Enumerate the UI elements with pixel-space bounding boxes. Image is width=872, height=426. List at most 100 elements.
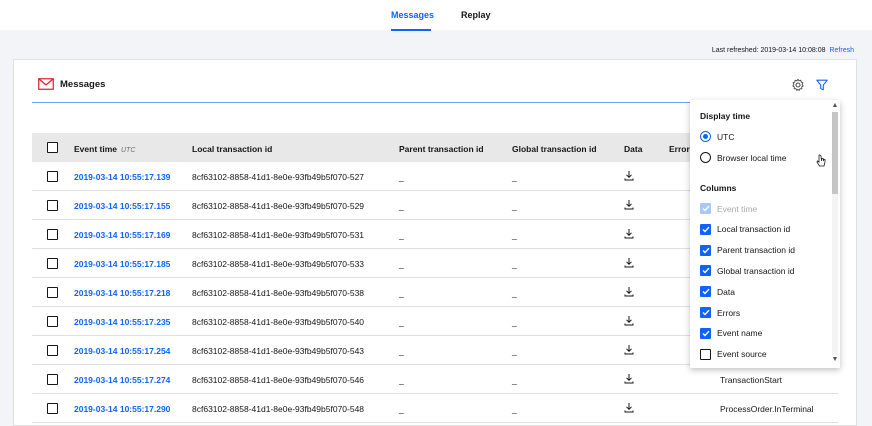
- global-transaction-id: _: [512, 404, 517, 414]
- row-checkbox[interactable]: [47, 258, 58, 269]
- column-option[interactable]: Parent transaction id: [700, 244, 795, 256]
- column-option-label: Errors: [717, 307, 741, 318]
- select-all-checkbox[interactable]: [47, 142, 58, 153]
- column-checkbox[interactable]: [700, 286, 711, 298]
- parent-transaction-id: _: [399, 375, 404, 385]
- utc-label: UTC: [121, 147, 136, 154]
- checkmark-icon: [702, 205, 710, 212]
- download-icon[interactable]: [624, 286, 634, 297]
- settings-icon[interactable]: [791, 78, 805, 92]
- radio-button[interactable]: [700, 131, 711, 142]
- row-checkbox[interactable]: [47, 200, 58, 211]
- mail-icon: [38, 78, 54, 90]
- table-row[interactable]: 2019-03-14 10:55:17.274 8cf63102-8858-41d…: [32, 365, 838, 394]
- parent-transaction-id: _: [399, 201, 404, 211]
- row-checkbox[interactable]: [47, 374, 58, 385]
- scroll-thumb[interactable]: [832, 112, 838, 194]
- column-checkbox[interactable]: [700, 244, 711, 256]
- global-transaction-id: _: [512, 288, 517, 298]
- event-time-link[interactable]: 2019-03-14 10:55:17.169: [74, 230, 170, 240]
- tab-messages[interactable]: Messages: [391, 10, 434, 20]
- column-header-local-id[interactable]: Local transaction id: [192, 144, 272, 154]
- row-checkbox[interactable]: [47, 287, 58, 298]
- column-checkbox[interactable]: [700, 223, 711, 235]
- event-time-link[interactable]: 2019-03-14 10:55:17.185: [74, 259, 170, 269]
- column-option[interactable]: Errors: [700, 307, 740, 318]
- column-checkbox[interactable]: [700, 307, 711, 318]
- event-time-link[interactable]: 2019-03-14 10:55:17.155: [74, 201, 170, 211]
- row-checkbox[interactable]: [47, 345, 58, 356]
- last-refreshed-text: Last refreshed: 2019-03-14 10:08:08: [711, 47, 826, 54]
- display-time-heading: Display time: [700, 111, 751, 121]
- global-transaction-id: _: [512, 201, 517, 211]
- scroll-down-icon[interactable]: ▼: [831, 356, 839, 364]
- row-checkbox[interactable]: [47, 403, 58, 414]
- event-time-link[interactable]: 2019-03-14 10:55:17.139: [74, 172, 170, 182]
- parent-transaction-id: _: [399, 230, 404, 240]
- download-icon[interactable]: [624, 373, 634, 384]
- event-time-link[interactable]: 2019-03-14 10:55:17.218: [74, 288, 170, 298]
- download-icon[interactable]: [624, 228, 634, 239]
- download-icon[interactable]: [624, 402, 634, 413]
- radio-browser-local-time[interactable]: Browser local time: [700, 152, 786, 163]
- column-header-global-id[interactable]: Global transaction id: [512, 144, 597, 154]
- global-transaction-id: _: [512, 346, 517, 356]
- table-row[interactable]: 2019-03-14 10:55:17.290 8cf63102-8858-41d…: [32, 394, 838, 423]
- parent-transaction-id: _: [399, 172, 404, 182]
- row-checkbox[interactable]: [47, 316, 58, 327]
- column-checkbox: [700, 203, 711, 214]
- panel-scrollbar[interactable]: [832, 112, 838, 356]
- local-transaction-id: 8cf63102-8858-41d1-8e0e-93fb49b5f070-548: [192, 404, 365, 414]
- card-title: Messages: [60, 78, 106, 90]
- mouse-cursor-icon: [816, 154, 826, 167]
- columns-heading: Columns: [700, 183, 737, 193]
- local-transaction-id: 8cf63102-8858-41d1-8e0e-93fb49b5f070-533: [192, 259, 365, 269]
- radio-button[interactable]: [700, 152, 711, 163]
- active-tab-indicator: [391, 29, 431, 31]
- radio-label: Browser local time: [717, 152, 787, 163]
- column-checkbox[interactable]: [700, 348, 711, 360]
- download-icon[interactable]: [624, 344, 634, 355]
- column-header-data[interactable]: Data: [624, 144, 642, 154]
- card-title-row: Messages: [38, 78, 105, 90]
- filter-icon[interactable]: [815, 78, 829, 92]
- radio-utc[interactable]: UTC: [700, 131, 734, 142]
- column-option[interactable]: Event source: [700, 348, 767, 360]
- card-header: Messages: [14, 60, 856, 104]
- column-option-label: Data: [717, 286, 735, 297]
- row-checkbox[interactable]: [47, 229, 58, 240]
- event-name: TransactionStart: [720, 375, 783, 385]
- parent-transaction-id: _: [399, 317, 404, 327]
- parent-transaction-id: _: [399, 346, 404, 356]
- event-time-link[interactable]: 2019-03-14 10:55:17.290: [74, 404, 170, 414]
- event-time-link[interactable]: 2019-03-14 10:55:17.274: [74, 375, 170, 385]
- column-option[interactable]: Local transaction id: [700, 223, 791, 235]
- download-icon[interactable]: [624, 199, 634, 210]
- column-option-label: Local transaction id: [717, 224, 791, 235]
- column-option[interactable]: Event name: [700, 327, 762, 339]
- checkmark-icon: [702, 309, 710, 316]
- scroll-up-icon[interactable]: ▲: [831, 102, 839, 110]
- global-transaction-id: _: [512, 259, 517, 269]
- column-header-parent-id[interactable]: Parent transaction id: [399, 144, 484, 154]
- event-time-link[interactable]: 2019-03-14 10:55:17.235: [74, 317, 170, 327]
- refresh-link[interactable]: Refresh: [829, 47, 854, 54]
- global-transaction-id: _: [512, 230, 517, 240]
- global-transaction-id: _: [512, 317, 517, 327]
- column-option: Event time: [700, 203, 757, 214]
- column-header-errors[interactable]: Error: [669, 144, 690, 154]
- tab-replay[interactable]: Replay: [461, 10, 491, 20]
- download-icon[interactable]: [624, 315, 634, 326]
- download-icon[interactable]: [624, 257, 634, 268]
- column-option[interactable]: Global transaction id: [700, 265, 795, 277]
- download-icon[interactable]: [624, 170, 634, 181]
- checkmark-icon: [702, 226, 710, 233]
- column-checkbox[interactable]: [700, 327, 711, 339]
- column-header-event-time[interactable]: Event time UTC: [74, 144, 135, 154]
- column-option[interactable]: Data: [700, 286, 735, 298]
- column-checkbox[interactable]: [700, 265, 711, 277]
- column-option-label: Parent transaction id: [717, 245, 795, 256]
- column-option-label: Global transaction id: [717, 265, 795, 276]
- row-checkbox[interactable]: [47, 171, 58, 182]
- event-time-link[interactable]: 2019-03-14 10:55:17.254: [74, 346, 170, 356]
